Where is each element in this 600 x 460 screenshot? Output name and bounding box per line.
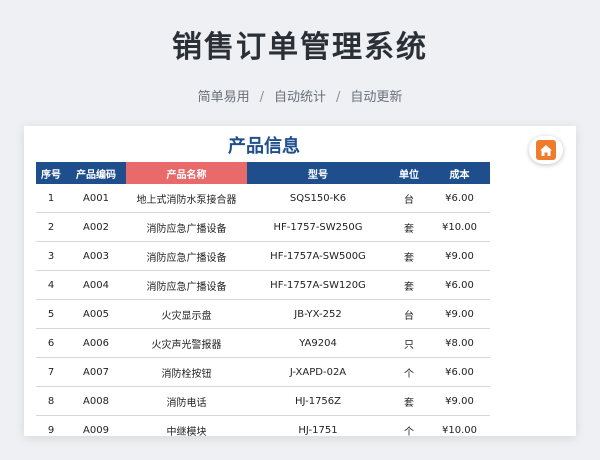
cell-index: 2 (36, 212, 66, 242)
cell-unit: 套 (389, 241, 429, 271)
cell-model: JB-YX-252 (247, 299, 389, 329)
cell-name: 消防应急广播设备 (126, 241, 247, 271)
home-button[interactable] (529, 136, 563, 164)
cell-unit: 套 (389, 386, 429, 416)
cell-model: YA9204 (247, 328, 389, 358)
cell-index: 3 (36, 241, 66, 271)
subtitle-separator: / (336, 90, 341, 105)
cell-index: 4 (36, 270, 66, 300)
table-row[interactable]: 9 A009 中继模块 HJ-1751 个 ¥10.00 (36, 415, 490, 436)
cell-cost: ¥6.00 (429, 270, 490, 300)
cell-code: A006 (66, 328, 126, 358)
home-icon (536, 140, 556, 160)
table-row[interactable]: 6 A006 火灾声光警报器 YA9204 只 ¥8.00 (36, 328, 490, 358)
cell-unit: 个 (389, 415, 429, 436)
page-title: 销售订单管理系统 (172, 30, 428, 65)
table-row[interactable]: 1 A001 地上式消防水泵接合器 SQS150-K6 台 ¥6.00 (36, 184, 490, 213)
table-row[interactable]: 7 A007 消防栓按钮 J-XAPD-02A 个 ¥6.00 (36, 357, 490, 387)
cell-cost: ¥9.00 (429, 241, 490, 271)
cell-cost: ¥9.00 (429, 299, 490, 329)
table-row[interactable]: 2 A002 消防应急广播设备 HF-1757-SW250G 套 ¥10.00 (36, 212, 490, 242)
subtitle-item-stats: 自动统计 (273, 90, 326, 105)
table-row[interactable]: 5 A005 火灾显示盘 JB-YX-252 台 ¥9.00 (36, 299, 490, 329)
cell-cost: ¥6.00 (429, 184, 490, 213)
cell-model: SQS150-K6 (247, 184, 389, 213)
cell-model: HF-1757A-SW120G (247, 270, 389, 300)
cell-unit: 套 (389, 270, 429, 300)
cell-name: 消防应急广播设备 (126, 270, 247, 300)
panel-title: 产品信息 (228, 136, 300, 157)
column-header-code: 产品编码 (66, 162, 126, 184)
cell-index: 7 (36, 357, 66, 387)
cell-cost: ¥9.00 (429, 386, 490, 416)
subtitle-item-update: 自动更新 (350, 90, 403, 105)
cell-index: 6 (36, 328, 66, 358)
column-header-cost: 成本 (429, 162, 490, 184)
cell-code: A005 (66, 299, 126, 329)
product-table: 序号 产品编码 产品名称 型号 单位 成本 1 A001 地上式消防水泵接合器 … (36, 162, 490, 436)
cell-unit: 台 (389, 299, 429, 329)
subtitle-item-easy: 简单易用 (197, 90, 250, 105)
cell-name: 火灾声光警报器 (126, 328, 247, 358)
table-row[interactable]: 8 A008 消防电话 HJ-1756Z 套 ¥9.00 (36, 386, 490, 416)
cell-index: 1 (36, 184, 66, 213)
column-header-model: 型号 (247, 162, 389, 184)
cell-model: J-XAPD-02A (247, 357, 389, 387)
cell-name: 火灾显示盘 (126, 299, 247, 329)
cell-unit: 套 (389, 212, 429, 242)
cell-unit: 台 (389, 184, 429, 213)
product-info-panel: 产品信息 序号 产品编码 产品名称 型号 单位 成本 1 A001 地上式消防水… (24, 126, 576, 436)
cell-name: 消防栓按钮 (126, 357, 247, 387)
cell-cost: ¥10.00 (429, 212, 490, 242)
table-header-row: 序号 产品编码 产品名称 型号 单位 成本 (36, 162, 490, 184)
cell-cost: ¥10.00 (429, 415, 490, 436)
cell-index: 9 (36, 415, 66, 436)
cell-model: HJ-1751 (247, 415, 389, 436)
cell-name: 消防应急广播设备 (126, 212, 247, 242)
cell-name: 消防电话 (126, 386, 247, 416)
subtitle: 简单易用 / 自动统计 / 自动更新 (0, 86, 600, 105)
cell-model: HF-1757A-SW500G (247, 241, 389, 271)
cell-code: A007 (66, 357, 126, 387)
cell-code: A003 (66, 241, 126, 271)
cell-cost: ¥8.00 (429, 328, 490, 358)
cell-name: 地上式消防水泵接合器 (126, 184, 247, 213)
cell-code: A009 (66, 415, 126, 436)
table-row[interactable]: 4 A004 消防应急广播设备 HF-1757A-SW120G 套 ¥6.00 (36, 270, 490, 300)
cell-unit: 个 (389, 357, 429, 387)
cell-index: 5 (36, 299, 66, 329)
cell-model: HJ-1756Z (247, 386, 389, 416)
column-header-unit: 单位 (389, 162, 429, 184)
cell-model: HF-1757-SW250G (247, 212, 389, 242)
column-header-index: 序号 (36, 162, 66, 184)
cell-unit: 只 (389, 328, 429, 358)
cell-code: A008 (66, 386, 126, 416)
cell-cost: ¥6.00 (429, 357, 490, 387)
cell-name: 中继模块 (126, 415, 247, 436)
cell-code: A001 (66, 184, 126, 213)
cell-index: 8 (36, 386, 66, 416)
subtitle-separator: / (259, 90, 264, 105)
cell-code: A004 (66, 270, 126, 300)
cell-code: A002 (66, 212, 126, 242)
column-header-name[interactable]: 产品名称 (126, 162, 247, 184)
table-row[interactable]: 3 A003 消防应急广播设备 HF-1757A-SW500G 套 ¥9.00 (36, 241, 490, 271)
